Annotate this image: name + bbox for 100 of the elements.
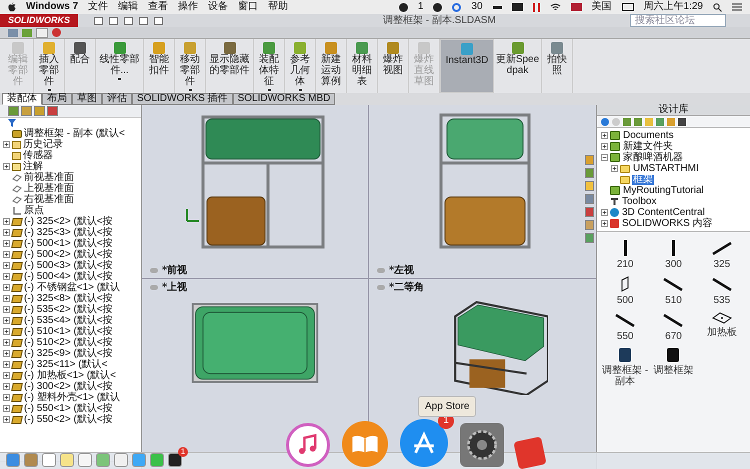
tree-item[interactable]: 历史记录 — [23, 139, 63, 150]
expand-icon — [601, 220, 608, 227]
library-tree-item[interactable]: UMSTARTHMI — [632, 164, 700, 174]
library-tree-item[interactable]: MyRoutingTutorial — [622, 186, 705, 196]
tool-icon — [294, 42, 306, 54]
tab[interactable]: 草图 — [72, 93, 102, 105]
tab[interactable]: 布局 — [42, 93, 72, 105]
tree-item[interactable]: 传感器 — [23, 150, 53, 161]
library-tree-item[interactable]: Documents — [622, 130, 675, 140]
tree-item[interactable]: (-) 加热板<1> (默认< — [24, 370, 116, 381]
toolbar-button[interactable]: Instant3D — [440, 39, 494, 93]
annotation-icon — [12, 162, 21, 170]
tree-item[interactable]: (-) 500<4> (默认<按 — [24, 271, 113, 282]
tree-item[interactable]: 注解 — [23, 161, 43, 172]
tree-item[interactable]: (-) 500<1> (默认<按 — [24, 238, 113, 249]
tree-item[interactable]: (-) 500<2> (默认<按 — [24, 249, 113, 260]
menu-item[interactable]: 编辑 — [118, 2, 138, 12]
tab[interactable]: 评估 — [102, 93, 132, 105]
library-item-label[interactable]: 500 — [616, 295, 634, 306]
library-item-label[interactable]: 550 — [616, 331, 634, 342]
tree-item[interactable]: 右视基准面 — [24, 194, 74, 205]
expand-icon — [3, 262, 10, 269]
library-item-label[interactable]: 325 — [713, 259, 730, 270]
tree-item[interactable]: 调整框架 - 副本 (默认< — [24, 128, 125, 139]
menu-item[interactable]: 操作 — [178, 2, 198, 12]
menu-item[interactable]: 文件 — [88, 2, 108, 12]
tree-item[interactable]: (-) 550<2> (默认<按 — [24, 414, 113, 425]
panel-thumbnail-icon — [620, 276, 630, 292]
eye-icon — [377, 285, 385, 290]
clock[interactable]: 周六上午1:29 — [644, 2, 703, 12]
part-icon — [11, 250, 23, 258]
tree-item[interactable]: (-) 塑料外壳<1> (默认 — [24, 392, 120, 403]
expand-icon — [601, 132, 608, 139]
bar-thumbnail-icon — [624, 240, 627, 256]
tree-item[interactable]: (-) 不锈钢盆<1> (默认 — [24, 282, 120, 293]
library-tree-item[interactable]: Toolbox — [621, 196, 658, 206]
library-tree-item[interactable]: SOLIDWORKS 内容 — [621, 218, 714, 228]
tool-icon — [387, 42, 399, 54]
panel-title: 设计库 — [658, 105, 688, 115]
library-icon — [610, 186, 620, 195]
expand-icon — [3, 306, 10, 313]
library-item-label[interactable]: 300 — [665, 259, 682, 270]
apple-icon — [8, 2, 16, 12]
tree-item[interactable]: 上视基准面 — [24, 183, 74, 194]
app-menu[interactable]: Windows 7 — [26, 2, 78, 12]
panel-tab-icon[interactable] — [34, 106, 45, 116]
menu-item[interactable]: 窗口 — [238, 2, 258, 12]
tab[interactable]: SOLIDWORKS MBD — [232, 93, 336, 105]
part-icon — [11, 350, 23, 358]
tab[interactable]: 装配体 — [2, 93, 42, 105]
tooltip: App Store — [418, 396, 476, 417]
tree-item[interactable]: (-) 325<8> (默认<按 — [24, 293, 113, 304]
part-icon — [11, 284, 23, 292]
dash-icon — [492, 6, 502, 8]
tree-item[interactable]: (-) 325<11> (默认< — [24, 359, 108, 370]
gear-icon[interactable] — [460, 423, 504, 467]
menu-item[interactable]: 查看 — [148, 2, 168, 12]
library-item-label[interactable]: 535 — [713, 295, 730, 306]
tree-item[interactable]: 前视基准面 — [24, 172, 74, 183]
library-item-label[interactable]: 670 — [665, 331, 682, 342]
library-tree-item[interactable]: 新建文件夹 — [622, 142, 674, 152]
tree-item[interactable]: (-) 535<4> (默认<按 — [24, 315, 113, 326]
input-source[interactable]: 美国 — [592, 2, 612, 12]
menu-item[interactable]: 帮助 — [268, 2, 288, 12]
expand-icon — [3, 416, 10, 423]
tree-item[interactable]: (-) 510<2> (默认<按 — [24, 337, 113, 348]
tree-item[interactable]: (-) 500<3> (默认<按 — [24, 260, 113, 271]
expand-icon — [3, 372, 10, 379]
tool-icon — [418, 42, 430, 54]
menu-item[interactable]: 设备 — [208, 2, 228, 12]
plate-thumbnail-icon — [712, 312, 732, 324]
part-icon — [11, 382, 23, 390]
part-icon — [11, 416, 23, 424]
toolbar-button[interactable]: 配合 — [65, 39, 96, 93]
back-icon[interactable] — [601, 118, 609, 126]
tool-icon — [74, 42, 86, 54]
tree-item[interactable]: 原点 — [24, 205, 44, 216]
tree-item[interactable]: (-) 510<1> (默认<按 — [24, 326, 113, 337]
part-icon — [11, 316, 23, 324]
tool-icon — [551, 42, 563, 54]
tab[interactable]: SOLIDWORKS 插件 — [132, 93, 233, 105]
tree-item[interactable]: (-) 550<1> (默认<按 — [24, 403, 113, 414]
search-field[interactable]: 搜索社区论坛 — [630, 14, 726, 27]
library-item-label[interactable]: 调整框架 - 副本 — [601, 365, 650, 387]
tree-item[interactable]: (-) 325<3> (默认<按 — [24, 227, 113, 238]
library-item-label[interactable]: 510 — [665, 295, 682, 306]
library-item-label[interactable]: 调整框架 — [653, 365, 694, 376]
library-tree-item[interactable]: 家酿啤酒机器 — [622, 152, 684, 162]
forward-icon[interactable] — [612, 118, 620, 126]
tool-icon — [114, 42, 126, 54]
panel-tab-icon[interactable] — [21, 106, 32, 116]
library-tree-item[interactable]: 3D ContentCentral — [621, 208, 706, 218]
library-item-label[interactable]: 加热板 — [706, 327, 737, 338]
tree-item[interactable]: (-) 300<2> (默认<按 — [24, 381, 113, 392]
tree-item[interactable]: (-) 325<9> (默认<按 — [24, 348, 113, 359]
tool-icon — [512, 42, 524, 54]
tree-item[interactable]: (-) 535<2> (默认<按 — [24, 304, 113, 315]
library-item-label[interactable]: 210 — [616, 259, 634, 270]
panel-tab-icon[interactable] — [47, 106, 58, 116]
tree-item[interactable]: (-) 325<2> (默认<按 — [24, 216, 113, 227]
